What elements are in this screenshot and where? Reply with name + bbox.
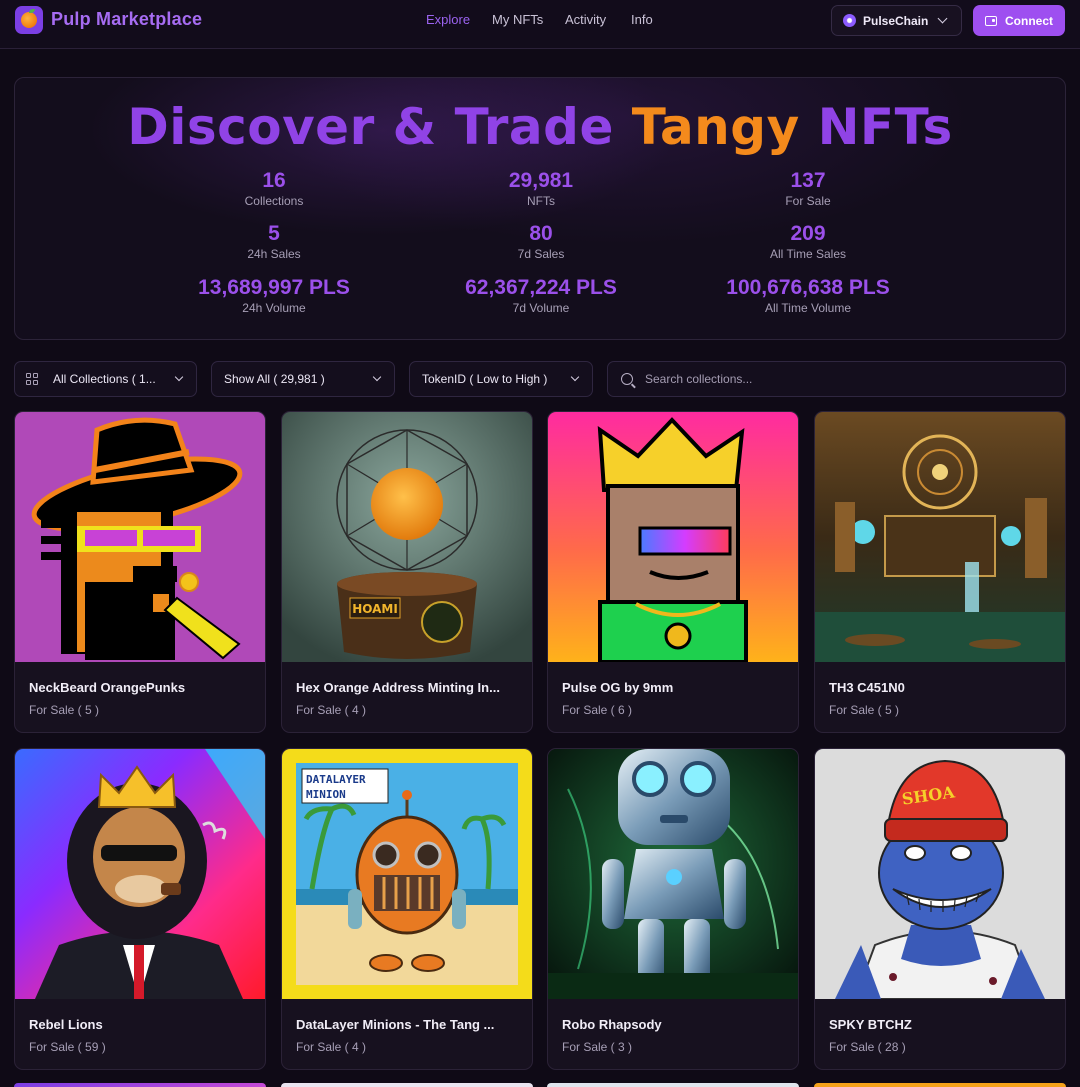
stat-nfts: 29,981 NFTs (421, 169, 661, 209)
pulsechain-icon (843, 14, 856, 27)
for-sale-count: For Sale ( 4 ) (296, 703, 367, 717)
collection-image[interactable] (815, 412, 1065, 662)
collection-card-pulse-og[interactable]: Pulse OG by 9mm For Sale ( 6 ) (547, 411, 799, 733)
collections-filter-label: All Collections ( 1... (53, 372, 156, 386)
collection-card-th3-c451n0[interactable]: TH3 C451N0 For Sale ( 5 ) (814, 411, 1066, 733)
stat-24h-volume: 13,689,997 PLS 24h Volume (154, 276, 394, 316)
collection-image[interactable] (15, 749, 265, 999)
collection-image[interactable] (548, 749, 798, 999)
connect-label: Connect (1005, 13, 1053, 28)
stat-label: 7d Volume (512, 301, 570, 315)
collection-name: Robo Rhapsody (562, 1017, 662, 1032)
stat-value: 5 (268, 222, 280, 245)
stat-label: 24h Volume (242, 301, 306, 315)
collection-image[interactable] (548, 412, 798, 662)
stat-all-time-volume: 100,676,638 PLS All Time Volume (688, 276, 928, 316)
collection-name: Rebel Lions (29, 1017, 103, 1032)
stat-value: 29,981 (508, 169, 574, 192)
collection-name: Pulse OG by 9mm (562, 680, 674, 695)
collection-card-datalayer-minions[interactable]: DATALAYER MINION DataLayer Minions - The… (281, 748, 533, 1070)
hero-panel: Discover & Trade Tangy NFTs 16 Collectio… (14, 77, 1066, 340)
next-row-card-edge (14, 1083, 266, 1087)
next-row-card-edge (547, 1083, 799, 1087)
hero-title: Discover & Trade Tangy NFTs (15, 98, 1065, 156)
collection-name: SPKY BTCHZ (829, 1017, 912, 1032)
collection-name: DataLayer Minions - The Tang ... (296, 1017, 495, 1032)
next-row-card-edge (281, 1083, 533, 1087)
sort-filter[interactable]: TokenID ( Low to High ) (409, 361, 593, 397)
nav-my-nfts[interactable]: My NFTs (492, 12, 543, 27)
collection-image[interactable]: SHOA (815, 749, 1065, 999)
collections-filter[interactable]: All Collections ( 1... (14, 361, 197, 397)
chain-label: PulseChain (863, 13, 929, 28)
wallet-icon (985, 15, 997, 26)
stat-value: 100,676,638 PLS (726, 276, 890, 299)
datalayer-title-2: MINION (306, 788, 346, 801)
hero-title-part1: Discover & Trade (127, 98, 632, 156)
for-sale-count: For Sale ( 5 ) (829, 703, 900, 717)
stat-label: For Sale (785, 194, 831, 208)
stat-value: 80 (529, 222, 553, 245)
chain-selector[interactable]: PulseChain (831, 5, 962, 36)
collection-card-robo-rhapsody[interactable]: Robo Rhapsody For Sale ( 3 ) (547, 748, 799, 1070)
collection-image[interactable]: DATALAYER MINION (282, 749, 532, 999)
for-sale-count: For Sale ( 3 ) (562, 1040, 633, 1054)
stat-value: 16 (262, 169, 286, 192)
nav-explore[interactable]: Explore (426, 12, 470, 27)
chevron-down-icon (937, 13, 948, 24)
collection-card-spky-btchz[interactable]: SHOA SPKY BTCHZ For Sale ( 28 ) (814, 748, 1066, 1070)
stat-value: 137 (790, 169, 826, 192)
stat-value: 13,689,997 PLS (198, 276, 350, 299)
next-row-card-edge (814, 1083, 1066, 1087)
datalayer-title-1: DATALAYER (306, 773, 366, 786)
collection-name: TH3 C451N0 (829, 680, 905, 695)
for-sale-count: For Sale ( 28 ) (829, 1040, 906, 1054)
stat-label: 7d Sales (517, 247, 565, 261)
collection-name: Hex Orange Address Minting In... (296, 680, 500, 695)
stat-label: Collections (244, 194, 304, 208)
collection-image[interactable]: HOAMI (282, 412, 532, 662)
collection-image[interactable] (15, 412, 265, 662)
orange-icon (21, 9, 37, 28)
nav-info[interactable]: Info (631, 12, 653, 27)
for-sale-count: For Sale ( 6 ) (562, 703, 633, 717)
stat-for-sale: 137 For Sale (688, 169, 928, 209)
stat-label: 24h Sales (247, 247, 301, 261)
hero-title-highlight: Tangy (631, 98, 800, 156)
grid-icon (26, 373, 38, 385)
for-sale-count: For Sale ( 4 ) (296, 1040, 367, 1054)
show-filter-label: Show All ( 29,981 ) (224, 372, 325, 386)
chevron-down-icon (570, 372, 580, 382)
nav-activity[interactable]: Activity (565, 12, 606, 27)
sort-filter-label: TokenID ( Low to High ) (422, 372, 548, 386)
top-nav: Pulp Marketplace Explore My NFTs Activit… (0, 0, 1080, 49)
for-sale-count: For Sale ( 5 ) (29, 703, 100, 717)
logo[interactable] (15, 6, 43, 34)
show-filter[interactable]: Show All ( 29,981 ) (211, 361, 395, 397)
chevron-down-icon (372, 372, 382, 382)
chevron-down-icon (174, 372, 184, 382)
connect-button[interactable]: Connect (973, 5, 1065, 36)
collection-card-rebel-lions[interactable]: Rebel Lions For Sale ( 59 ) (14, 748, 266, 1070)
search-input[interactable] (645, 372, 1025, 386)
brand-name[interactable]: Pulp Marketplace (51, 9, 202, 30)
stat-24h-sales: 5 24h Sales (154, 222, 394, 262)
stat-value: 62,367,224 PLS (465, 276, 617, 299)
stat-7d-volume: 62,367,224 PLS 7d Volume (421, 276, 661, 316)
stat-value: 209 (790, 222, 826, 245)
for-sale-count: For Sale ( 59 ) (29, 1040, 106, 1054)
stat-label: All Time Sales (769, 247, 847, 261)
stat-collections: 16 Collections (154, 169, 394, 209)
collection-name: NeckBeard OrangePunks (29, 680, 186, 695)
stat-all-time-sales: 209 All Time Sales (688, 222, 928, 262)
search-icon (621, 373, 633, 385)
hoami-text: HOAMI (352, 602, 398, 616)
hero-title-part2: NFTs (799, 98, 953, 156)
stat-7d-sales: 80 7d Sales (421, 222, 661, 262)
collection-card-hex-orange-address[interactable]: HOAMI Hex Orange Address Minting In... F… (281, 411, 533, 733)
search-box[interactable] (607, 361, 1066, 397)
collection-card-neckbeard-orangepunks[interactable]: NeckBeard OrangePunks For Sale ( 5 ) (14, 411, 266, 733)
stat-label: NFTs (527, 194, 555, 208)
stat-label: All Time Volume (764, 301, 852, 315)
